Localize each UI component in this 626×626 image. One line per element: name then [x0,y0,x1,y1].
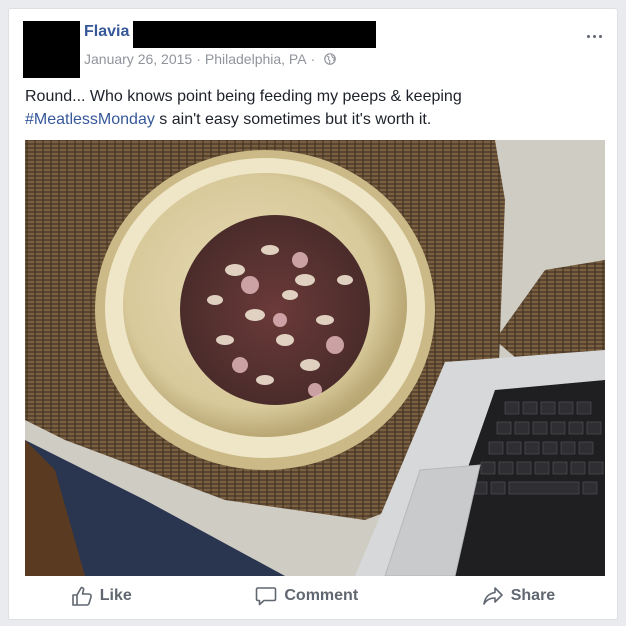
thumbs-up-icon [71,586,92,606]
post-location[interactable]: Philadelphia, PA [205,51,307,67]
share-button[interactable]: Share [482,585,555,607]
post-text-before: Round... Who knows point being feeding m… [25,88,462,105]
like-button[interactable]: Like [71,585,132,607]
share-label: Share [510,587,556,604]
share-arrow-icon [482,587,503,605]
meta-separator: · [310,51,316,67]
comment-label: Comment [284,587,359,604]
speech-bubble-icon [256,587,277,606]
globe-icon[interactable] [324,53,337,65]
post-text: Round... Who knows point being feeding m… [25,85,585,131]
author-avatar-redacted[interactable] [23,21,80,78]
post-card: Flavia January 26, 2015 · Philadelphia, … [8,8,618,620]
name-redaction-box [133,21,376,48]
author-name[interactable]: Flavia [84,23,129,41]
post-text-after: s ain't easy sometimes but it's worth it… [154,111,432,128]
post-meta: January 26, 2015 · Philadelphia, PA · [84,51,337,67]
like-label: Like [99,587,132,604]
more-options-icon[interactable] [587,25,607,38]
post-date[interactable]: January 26, 2015 [84,51,192,67]
hashtag-link[interactable]: #MeatlessMonday [25,111,155,128]
post-photo[interactable] [25,140,605,576]
meta-separator: · [196,51,201,67]
photo-illustration [25,140,605,576]
post-actions-bar: Like Comment Share [9,573,617,619]
comment-button[interactable]: Comment [255,585,358,607]
